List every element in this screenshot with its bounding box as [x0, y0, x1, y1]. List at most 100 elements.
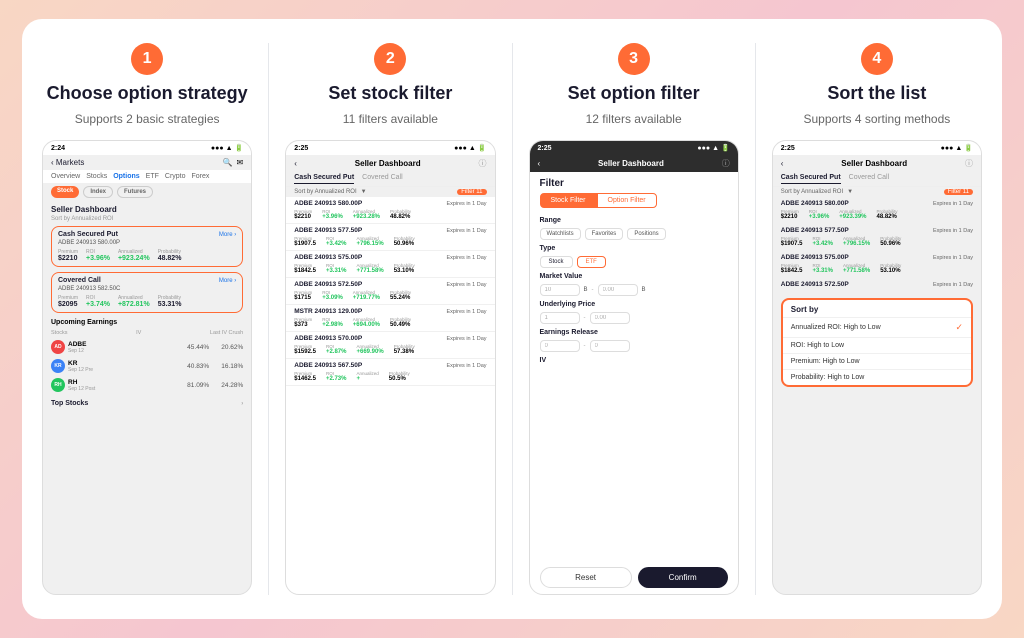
step-3-status-bar: 2:25 ●●●▲🔋 — [530, 141, 738, 155]
sort-option-0[interactable]: Annualized ROI: High to Low ✓ — [783, 317, 971, 337]
avatar-kr: KR — [51, 359, 65, 373]
step-1-badge: 1 — [131, 43, 163, 75]
step-1-status-bar: 2:24 ●●●▲🔋 — [43, 141, 251, 155]
filter-btn-row: Reset Confirm — [530, 561, 738, 594]
stock-filter-btn[interactable]: Stock Filter — [540, 193, 597, 208]
step-2-page-title: Seller Dashboard — [355, 159, 421, 168]
step-3-page-title: Seller Dashboard — [598, 159, 664, 168]
filter-type-label: Type — [530, 242, 738, 254]
s4-option-row-2: ADBE 240913 575.00P Expires in 1 Day Pre… — [773, 251, 981, 278]
sort-option-3[interactable]: Probability: High to Low — [783, 369, 971, 385]
market-value-row: B - B — [530, 282, 738, 298]
step-2-title: Set stock filter — [328, 83, 452, 104]
step-4-page-title: Seller Dashboard — [841, 159, 907, 168]
option-row-4: MSTR 240913 129.00P Expires in 1 Day Pre… — [286, 305, 494, 332]
step-1-signals: ●●●▲🔋 — [211, 144, 243, 152]
step-2-phone: 2:25 ●●●▲🔋 ‹ Seller Dashboard ⓘ Cash Sec… — [285, 140, 495, 595]
s4-option-row-0: ADBE 240913 580.00P Expires in 1 Day Pre… — [773, 197, 981, 224]
earnings-max[interactable] — [590, 340, 630, 352]
step-1-column: 1 Choose option strategy Supports 2 basi… — [42, 43, 252, 595]
option-row-1: ADBE 240913 577.50P Expires in 1 Day Pre… — [286, 224, 494, 251]
more-btn-1[interactable]: More › — [219, 232, 236, 238]
filter-title: Filter — [530, 172, 738, 193]
sort-panel: Sort by Annualized ROI: High to Low ✓ RO… — [781, 298, 973, 387]
stock-name-1: ADBE 240913 580.00P — [58, 240, 236, 246]
earnings-release-label: Earnings Release — [530, 326, 738, 338]
step-2-sort-bar: Sort by Annualized ROI ▼ Filter 11 — [286, 187, 494, 197]
step-4-status-bar: 2:25 ●●●▲🔋 — [773, 141, 981, 155]
reset-button[interactable]: Reset — [540, 567, 632, 588]
top-stocks-row: Top Stocks › — [43, 397, 251, 410]
strategy-card-1: Cash Secured Put More › ADBE 240913 580.… — [51, 226, 243, 267]
strategy-card-2: Covered Call More › ADBE 240913 582.50C … — [51, 272, 243, 313]
step-1-section-title: Seller Dashboard — [43, 201, 251, 216]
filter-range-label: Range — [530, 214, 738, 226]
step-4-sort-bar: Sort by Annualized ROI ▼ Filter 11 — [773, 187, 981, 197]
underlying-price-row: - — [530, 310, 738, 326]
step-2-content: ADBE 240913 580.00P Expires in 1 Day Pre… — [286, 197, 494, 594]
step-2-subtitle: 11 filters available — [343, 112, 438, 126]
market-value-label: Market Value — [530, 270, 738, 282]
main-card: 1 Choose option strategy Supports 2 basi… — [22, 19, 1002, 619]
filter-panel: Filter Stock Filter Option Filter Range … — [530, 172, 738, 594]
option-row-6: ADBE 240913 567.50P Expires in 1 Day Pre… — [286, 359, 494, 386]
info-icon-2[interactable]: ⓘ — [478, 158, 486, 169]
confirm-button[interactable]: Confirm — [638, 567, 728, 588]
step-2-status-bar: 2:25 ●●●▲🔋 — [286, 141, 494, 155]
step-1-header: ‹ Markets 🔍 ✉ — [43, 155, 251, 170]
more-btn-2[interactable]: More › — [219, 278, 236, 284]
search-icon[interactable]: 🔍 — [223, 158, 233, 167]
step-4-subtitle: Supports 4 sorting methods — [804, 112, 951, 126]
market-value-max[interactable] — [598, 284, 638, 296]
earnings-row-kr: KR KR Sep 12 Pre 40.83% 16.18% — [51, 357, 243, 376]
step-1-time: 2:24 — [51, 145, 65, 152]
mail-icon[interactable]: ✉ — [237, 158, 244, 167]
step-2-header: ‹ Seller Dashboard ⓘ — [286, 155, 494, 172]
underlying-price-label: Underlying Price — [530, 298, 738, 310]
filter-type-row: Stock ETF — [530, 254, 738, 270]
stock-name-2: ADBE 240913 582.50C — [58, 286, 236, 292]
divider-2 — [512, 43, 513, 595]
option-row-0: ADBE 240913 580.00P Expires in 1 Day Pre… — [286, 197, 494, 224]
etf-type-btn[interactable]: ETF — [577, 256, 606, 268]
s4-option-row-1: ADBE 240913 577.50P Expires in 1 Day Pre… — [773, 224, 981, 251]
info-icon-4[interactable]: ⓘ — [965, 158, 973, 169]
step-2-tabs: Cash Secured Put Covered Call — [286, 172, 494, 187]
step-4-badge: 4 — [861, 43, 893, 75]
strategy-name-2: Covered Call — [58, 277, 101, 284]
step-4-title: Sort the list — [827, 83, 926, 104]
divider-1 — [268, 43, 269, 595]
earnings-release-row: - — [530, 338, 738, 354]
step-3-title: Set option filter — [568, 83, 700, 104]
underlying-max[interactable] — [590, 312, 630, 324]
sort-option-2[interactable]: Premium: High to Low — [783, 353, 971, 369]
step-1-nav: Overview Stocks Options ETF Crypto Forex — [43, 170, 251, 183]
step-2-column: 2 Set stock filter 11 filters available … — [285, 43, 495, 595]
step-3-column: 3 Set option filter 12 filters available… — [529, 43, 739, 595]
upcoming-earnings: Upcoming Earnings StocksIVLast IV Crush … — [43, 315, 251, 397]
filter-toggle-row: Stock Filter Option Filter — [530, 193, 738, 208]
step-2-badge: 2 — [374, 43, 406, 75]
filter-badge-2[interactable]: Filter 11 — [457, 189, 486, 195]
watchlists-chip[interactable]: Watchlists — [540, 228, 581, 240]
step-3-header: ‹ Seller Dashboard ⓘ — [530, 155, 738, 172]
earnings-row-adbe: AD ADBE Sep 12 45.44% 20.62% — [51, 338, 243, 357]
info-icon-3[interactable]: ⓘ — [722, 158, 730, 169]
step-3-phone: 2:25 ●●●▲🔋 ‹ Seller Dashboard ⓘ Filter S… — [529, 140, 739, 595]
favorites-chip[interactable]: Favorites — [585, 228, 624, 240]
step-1-phone: 2:24 ●●●▲🔋 ‹ Markets 🔍 ✉ Overview Stocks… — [42, 140, 252, 595]
stock-type-btn[interactable]: Stock — [540, 256, 573, 268]
market-value-min[interactable] — [540, 284, 580, 296]
option-filter-btn[interactable]: Option Filter — [597, 193, 657, 208]
sort-option-1[interactable]: ROI: High to Low — [783, 337, 971, 353]
step-1-back[interactable]: ‹ Markets — [51, 158, 84, 167]
option-row-2: ADBE 240913 575.00P Expires in 1 Day Pre… — [286, 251, 494, 278]
positions-chip[interactable]: Positions — [627, 228, 665, 240]
step-2-time: 2:25 — [294, 145, 308, 152]
filter-badge-4[interactable]: Filter 11 — [944, 189, 973, 195]
option-row-3: ADBE 240913 572.50P Expires in 1 Day Pre… — [286, 278, 494, 305]
underlying-min[interactable] — [540, 312, 580, 324]
step-4-phone: 2:25 ●●●▲🔋 ‹ Seller Dashboard ⓘ Cash Sec… — [772, 140, 982, 595]
avatar-rh: RH — [51, 378, 65, 392]
earnings-min[interactable] — [540, 340, 580, 352]
